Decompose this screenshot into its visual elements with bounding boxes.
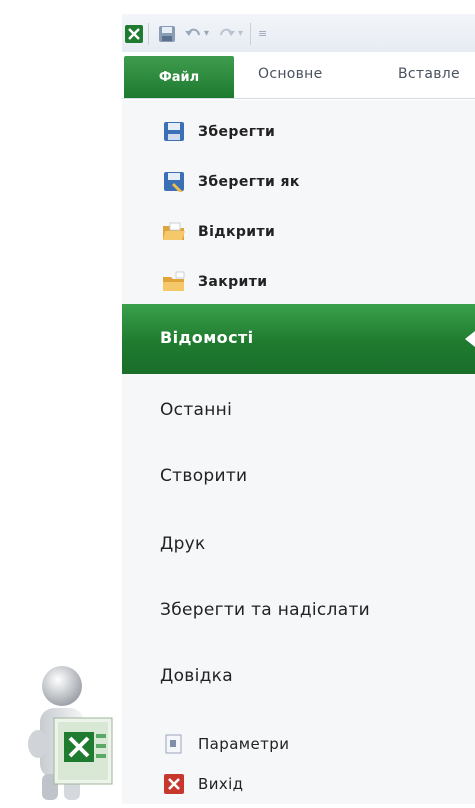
menu-item-help[interactable]: Довідка <box>160 666 233 686</box>
redo-dropdown-icon[interactable]: ▾ <box>238 28 243 39</box>
close-command[interactable]: Закрити <box>162 268 267 296</box>
menu-item-save-send[interactable]: Зберегти та надіслати <box>160 600 370 620</box>
save-command[interactable]: Зберегти <box>162 118 275 146</box>
selection-pointer <box>465 331 475 347</box>
exit-label: Вихід <box>198 775 244 793</box>
menu-item-print-label: Друк <box>160 534 206 554</box>
open-folder-icon <box>162 221 186 243</box>
menu-item-info[interactable]: Відомості <box>122 304 475 374</box>
options-label: Параметри <box>198 735 290 753</box>
close-folder-icon <box>162 271 186 293</box>
tab-insert-label: Вставле <box>398 66 460 82</box>
undo-icon[interactable] <box>184 25 202 47</box>
save-as-command[interactable]: Зберегти як <box>162 168 300 196</box>
menu-item-save-send-label: Зберегти та надіслати <box>160 600 370 620</box>
tab-home-label: Основне <box>258 66 323 82</box>
exit-icon <box>162 773 186 795</box>
open-label: Відкрити <box>198 224 276 240</box>
menu-item-recent[interactable]: Останні <box>160 400 232 420</box>
options-icon <box>162 733 186 755</box>
redo-icon[interactable] <box>218 25 236 47</box>
tab-file-label: Файл <box>158 69 200 85</box>
toolbar-separator <box>250 23 251 45</box>
excel-icon[interactable] <box>124 24 144 48</box>
floppy-disk-icon[interactable] <box>158 25 176 47</box>
tab-insert[interactable]: Вставле <box>398 66 460 82</box>
tab-home[interactable]: Основне <box>258 66 323 82</box>
quick-access-toolbar: ▾ ▾ ≡ <box>122 14 475 52</box>
options-command[interactable]: Параметри <box>162 730 289 758</box>
menu-item-info-label: Відомості <box>160 328 254 347</box>
menu-item-print[interactable]: Друк <box>160 534 206 554</box>
save-label: Зберегти <box>198 124 276 140</box>
menu-item-new[interactable]: Створити <box>160 466 247 486</box>
menu-item-help-label: Довідка <box>160 666 233 686</box>
toolbar-separator <box>148 23 149 45</box>
save-as-label: Зберегти як <box>198 174 300 190</box>
mascot-illustration <box>14 660 124 804</box>
tab-file[interactable]: Файл <box>124 56 234 98</box>
save-as-icon <box>162 171 186 193</box>
menu-item-new-label: Створити <box>160 466 248 486</box>
exit-command[interactable]: Вихід <box>162 770 243 798</box>
floppy-disk-icon <box>162 121 186 143</box>
close-label: Закрити <box>198 274 268 290</box>
customize-toolbar-icon[interactable]: ≡ <box>258 27 267 40</box>
menu-item-recent-label: Останні <box>160 400 233 420</box>
undo-dropdown-icon[interactable]: ▾ <box>204 28 209 39</box>
open-command[interactable]: Відкрити <box>162 218 275 246</box>
